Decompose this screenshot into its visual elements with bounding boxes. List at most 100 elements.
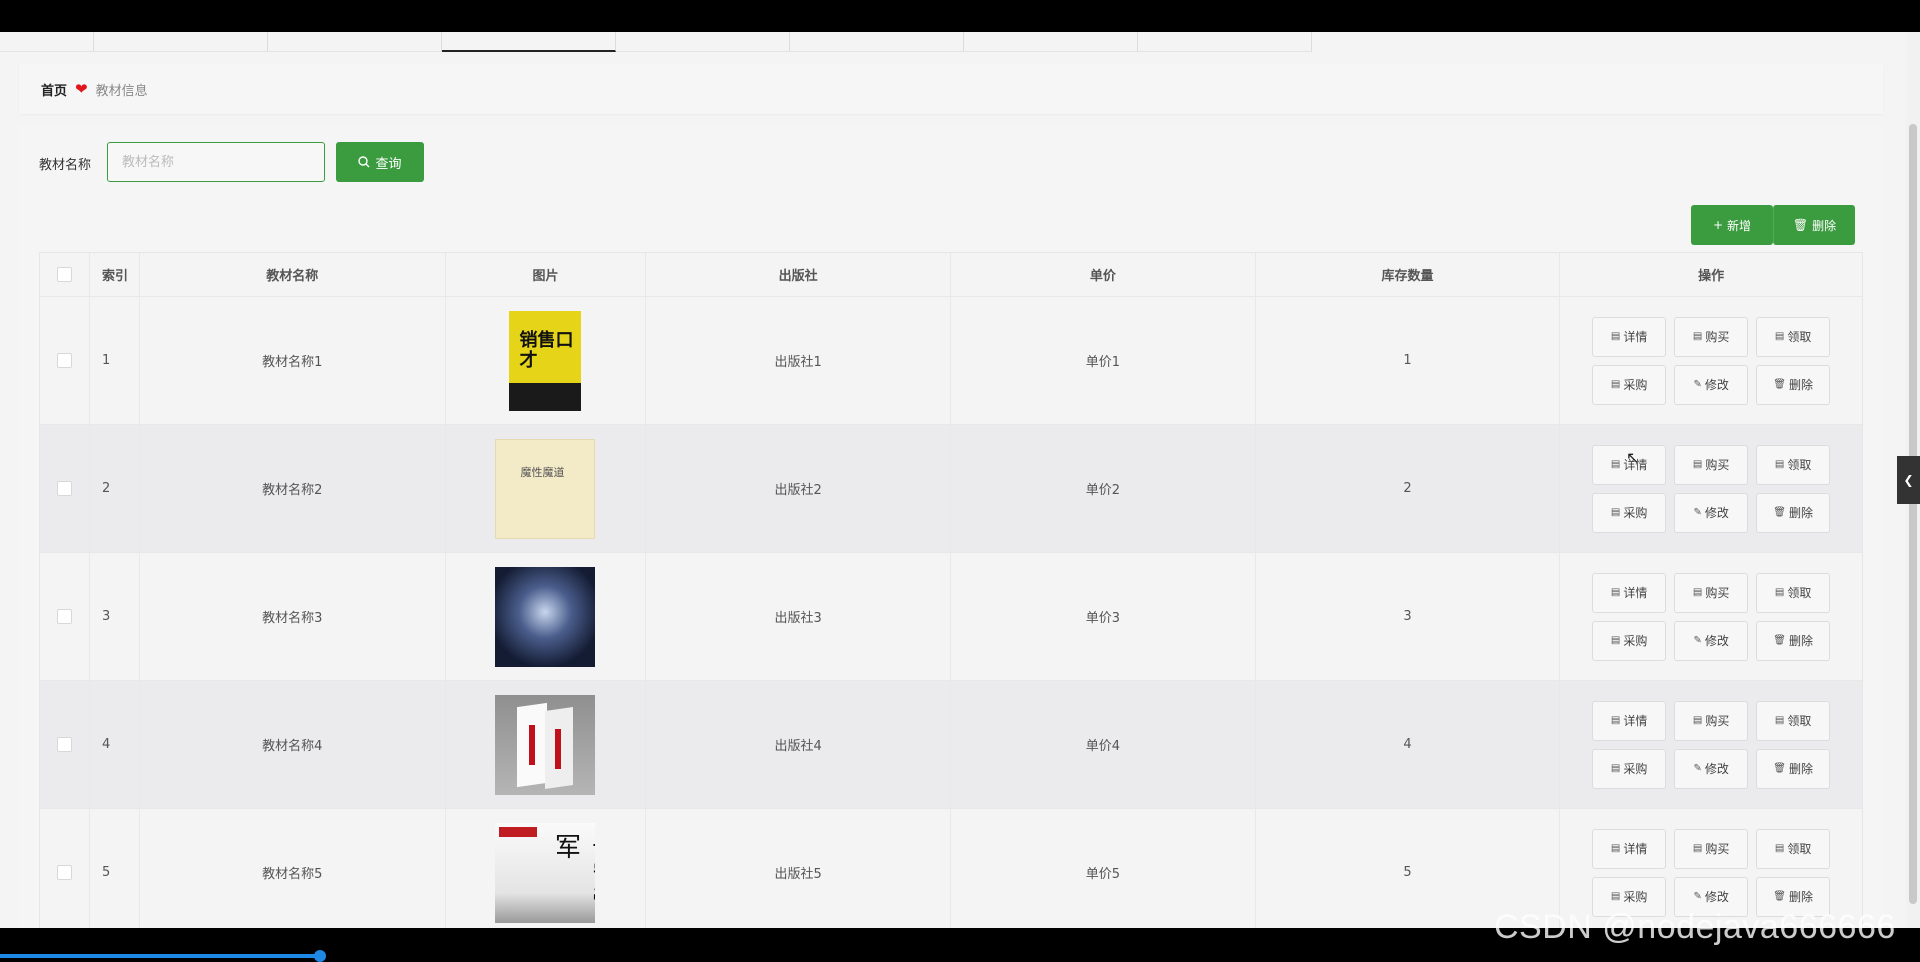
document-icon: ▤ [1692, 715, 1703, 726]
row-checkbox[interactable] [56, 865, 72, 880]
row-check-cell [40, 681, 90, 808]
trash-icon: 🗑 [1773, 891, 1786, 902]
detail-button[interactable]: ▤ 详情 [1592, 700, 1667, 741]
row-index: 4 [90, 681, 140, 808]
top-black-bar [0, 0, 1920, 32]
row-name: 教材名称5 [140, 809, 446, 928]
receive-label: 领取 [1787, 330, 1812, 344]
row-price: 单价1 [951, 297, 1256, 424]
delete-button[interactable]: 🗑 删除 [1773, 205, 1855, 245]
search-button-label: 查询 [375, 155, 402, 171]
row-price: 单价2 [951, 425, 1256, 552]
row-name: 教材名称3 [140, 553, 446, 680]
tab[interactable] [0, 32, 94, 52]
row-price: 单价4 [951, 681, 1256, 808]
row-checkbox[interactable] [56, 481, 72, 496]
row-delete-button[interactable]: 🗑 删除 [1756, 620, 1831, 661]
tab[interactable] [1138, 32, 1312, 52]
purchase-button[interactable]: ▤ 采购 [1592, 620, 1667, 661]
row-index: 1 [90, 297, 140, 424]
delete-label: 删除 [1788, 506, 1813, 520]
video-progress-handle[interactable] [314, 950, 326, 962]
row-checkbox[interactable] [56, 353, 72, 368]
edit-label: 修改 [1704, 762, 1729, 776]
detail-label: 详情 [1623, 586, 1648, 600]
buy-button[interactable]: ▤ 购买 [1674, 700, 1749, 741]
detail-label: 详情 [1623, 714, 1648, 728]
buy-button[interactable]: ▤ 购买 [1674, 316, 1749, 357]
page: 首页 ❤ 教材信息 教材名称 查询 + 新增 🗑 删除 索引 教材名称 [0, 32, 1920, 928]
document-icon: ▤ [1610, 891, 1621, 902]
row-price: 单价3 [951, 553, 1256, 680]
row-index: 3 [90, 553, 140, 680]
pencil-icon: ✎ [1693, 635, 1702, 646]
book-cover-image: 销售口才 [509, 310, 582, 411]
search-button[interactable]: 查询 [336, 142, 424, 182]
purchase-label: 采购 [1623, 890, 1648, 904]
detail-button[interactable]: ▤ 详情 [1592, 316, 1667, 357]
edit-button[interactable]: ✎ 修改 [1674, 748, 1749, 789]
document-icon: ▤ [1610, 587, 1621, 598]
watermark: CSDN @nodejava666666 [1494, 908, 1896, 946]
scrollbar-thumb[interactable] [1909, 124, 1917, 904]
chevron-left-icon[interactable]: ❮ [1897, 456, 1920, 504]
purchase-button[interactable]: ▤ 采购 [1592, 748, 1667, 789]
tab[interactable] [790, 32, 964, 52]
book-cover-image: 长宁帝军 [495, 822, 596, 923]
select-all-checkbox[interactable] [56, 267, 72, 282]
row-delete-button[interactable]: 🗑 删除 [1756, 364, 1831, 405]
edit-button[interactable]: ✎ 修改 [1674, 492, 1749, 533]
detail-button[interactable]: ▤ 详情 [1592, 572, 1667, 613]
row-checkbox[interactable] [56, 609, 72, 624]
tab[interactable] [964, 32, 1138, 52]
row-image-cell [446, 553, 647, 680]
search-label: 教材名称 [39, 158, 92, 173]
receive-button[interactable]: ▤ 领取 [1756, 828, 1831, 869]
trash-icon: 🗑 [1773, 635, 1786, 646]
row-image-cell: 销售口才 [446, 297, 647, 424]
tab[interactable] [94, 32, 268, 52]
header-publisher: 出版社 [646, 253, 951, 296]
buy-label: 购买 [1705, 842, 1730, 856]
cover-title: 销售口才 [519, 329, 574, 371]
content-panel: 教材名称 查询 + 新增 🗑 删除 索引 教材名称 图片 出版社 单价 [19, 124, 1883, 928]
row-publisher: 出版社3 [646, 553, 951, 680]
delete-label: 删除 [1788, 634, 1813, 648]
buy-label: 购买 [1705, 330, 1730, 344]
delete-label: 删除 [1788, 890, 1813, 904]
document-icon: ▤ [1610, 635, 1621, 646]
receive-button[interactable]: ▤ 领取 [1756, 700, 1831, 741]
tab[interactable] [268, 32, 442, 52]
purchase-label: 采购 [1623, 506, 1648, 520]
row-stock: 2 [1256, 425, 1561, 552]
edit-button[interactable]: ✎ 修改 [1674, 364, 1749, 405]
buy-button[interactable]: ▤ 购买 [1674, 444, 1749, 485]
purchase-label: 采购 [1623, 378, 1648, 392]
search-input[interactable] [107, 142, 325, 182]
edit-button[interactable]: ✎ 修改 [1674, 620, 1749, 661]
data-table: 索引 教材名称 图片 出版社 单价 库存数量 操作 1 教材名称1 销售口才 出… [39, 252, 1863, 928]
add-button[interactable]: + 新增 [1691, 205, 1773, 245]
receive-button[interactable]: ▤ 领取 [1756, 572, 1831, 613]
breadcrumb-home[interactable]: 首页 [41, 80, 67, 99]
row-check-cell [40, 809, 90, 928]
table-row: 2 教材名称2 魔性魔道 出版社2 单价2 2 ▤ 详情 ▤ 购买 ▤ 领取 ▤… [40, 425, 1862, 553]
buy-button[interactable]: ▤ 购买 [1674, 572, 1749, 613]
edit-label: 修改 [1704, 506, 1729, 520]
video-progress-bar[interactable] [0, 954, 320, 958]
row-delete-button[interactable]: 🗑 删除 [1756, 492, 1831, 533]
tab[interactable] [616, 32, 790, 52]
header-actions: 操作 [1698, 269, 1725, 284]
row-checkbox[interactable] [56, 737, 72, 752]
row-check-cell [40, 297, 90, 424]
purchase-button[interactable]: ▤ 采购 [1592, 492, 1667, 533]
document-icon: ▤ [1774, 587, 1785, 598]
purchase-button[interactable]: ▤ 采购 [1592, 364, 1667, 405]
buy-button[interactable]: ▤ 购买 [1674, 828, 1749, 869]
receive-button[interactable]: ▤ 领取 [1756, 316, 1831, 357]
plus-icon: + [1712, 218, 1724, 232]
detail-button[interactable]: ▤ 详情 [1592, 828, 1667, 869]
tab-active[interactable] [442, 32, 616, 52]
receive-button[interactable]: ▤ 领取 [1756, 444, 1831, 485]
row-delete-button[interactable]: 🗑 删除 [1756, 748, 1831, 789]
